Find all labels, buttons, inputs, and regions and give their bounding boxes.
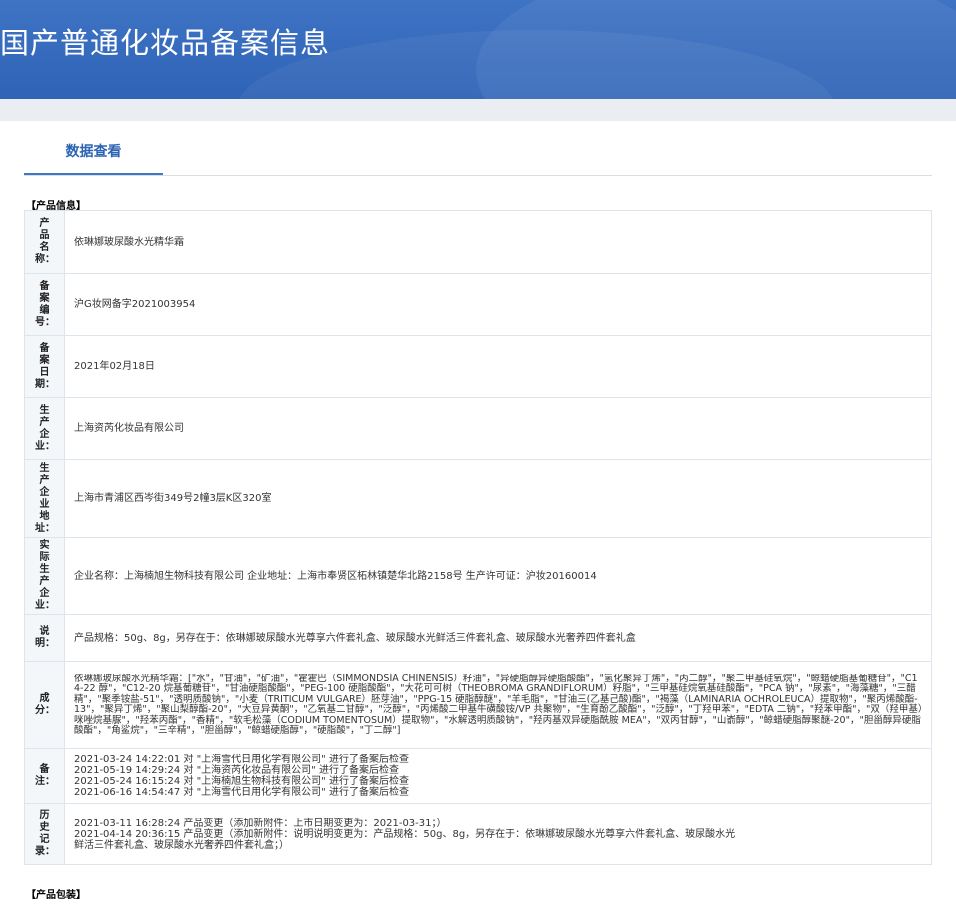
page-title: 国产普通化妆品备案信息 — [0, 26, 331, 60]
manufacturer-value: 上海资芮化妆品有限公司 — [64, 397, 932, 460]
registration-date-value: 2021年02月18日 — [64, 335, 932, 398]
table-row: 备案日期： 2021年02月18日 — [24, 335, 932, 398]
header-banner: 国产普通化妆品备案信息 — [0, 0, 956, 99]
registration-number-value: 沪G妆网备字2021003954 — [64, 273, 932, 336]
main-content: 数据查看 【产品信息】 产品名称： 依琳娜玻尿酸水光精华霜 备案编号： 沪G妆网… — [0, 121, 956, 916]
table-row: 成分： 依琳娜玻尿酸水光精华霜：["水"，"甘油"，"矿油"，"霍霍巴（SIMM… — [24, 661, 932, 749]
field-label: 生产企业： — [24, 397, 65, 460]
description-value: 产品规格：50g、8g，另存在于：依琳娜玻尿酸水光尊享六件套礼盒、玻尿酸水光鲜活… — [64, 614, 932, 662]
table-row: 备案编号： 沪G妆网备字2021003954 — [24, 273, 932, 336]
field-label: 产品名称： — [24, 210, 65, 274]
tab-data-view[interactable]: 数据查看 — [24, 121, 163, 175]
product-info-table: 产品名称： 依琳娜玻尿酸水光精华霜 备案编号： 沪G妆网备字2021003954… — [24, 210, 932, 865]
table-row: 备注： 2021-03-24 14:22:01 对 "上海雪代日用化学有限公司"… — [24, 748, 932, 804]
product-name-value: 依琳娜玻尿酸水光精华霜 — [64, 210, 932, 274]
field-label: 备注： — [24, 748, 65, 804]
field-label: 备案日期： — [24, 335, 65, 398]
table-row: 产品名称： 依琳娜玻尿酸水光精华霜 — [24, 210, 932, 274]
table-row: 实际生产企业： 企业名称：上海楠旭生物科技有限公司 企业地址：上海市奉贤区柘林镇… — [24, 537, 932, 615]
field-label: 实际生产企业： — [24, 537, 65, 615]
section-label-product-packaging: 【产品包装】 — [26, 890, 86, 901]
ingredients-value: 依琳娜玻尿酸水光精华霜：["水"，"甘油"，"矿油"，"霍霍巴（SIMMONDS… — [74, 673, 923, 736]
history-records-value: 2021-03-11 16:28:24 产品变更（添加新附件：上市日期变更为：2… — [74, 817, 736, 851]
table-row: 说明： 产品规格：50g、8g，另存在于：依琳娜玻尿酸水光尊享六件套礼盒、玻尿酸… — [24, 614, 932, 662]
field-label: 备案编号： — [24, 273, 65, 336]
table-row: 生产企业地址： 上海市青浦区西岑街349号2幢3层K区320室 — [24, 459, 932, 538]
header-divider-strip — [0, 99, 956, 121]
field-label: 说明： — [24, 614, 65, 662]
field-label: 生产企业地址： — [24, 459, 65, 538]
manufacturer-address-value: 上海市青浦区西岑街349号2幢3层K区320室 — [64, 459, 932, 538]
remarks-value: 2021-03-24 14:22:01 对 "上海雪代日用化学有限公司" 进行了… — [74, 754, 409, 798]
table-row: 历史记录： 2021-03-11 16:28:24 产品变更（添加新附件：上市日… — [24, 803, 932, 865]
table-row: 生产企业： 上海资芮化妆品有限公司 — [24, 397, 932, 460]
field-label: 成分： — [24, 661, 65, 749]
actual-manufacturer-value: 企业名称：上海楠旭生物科技有限公司 企业地址：上海市奉贤区柘林镇楚华北路2158… — [64, 537, 932, 615]
field-label: 历史记录： — [24, 803, 65, 865]
tab-bar: 数据查看 — [24, 121, 932, 176]
